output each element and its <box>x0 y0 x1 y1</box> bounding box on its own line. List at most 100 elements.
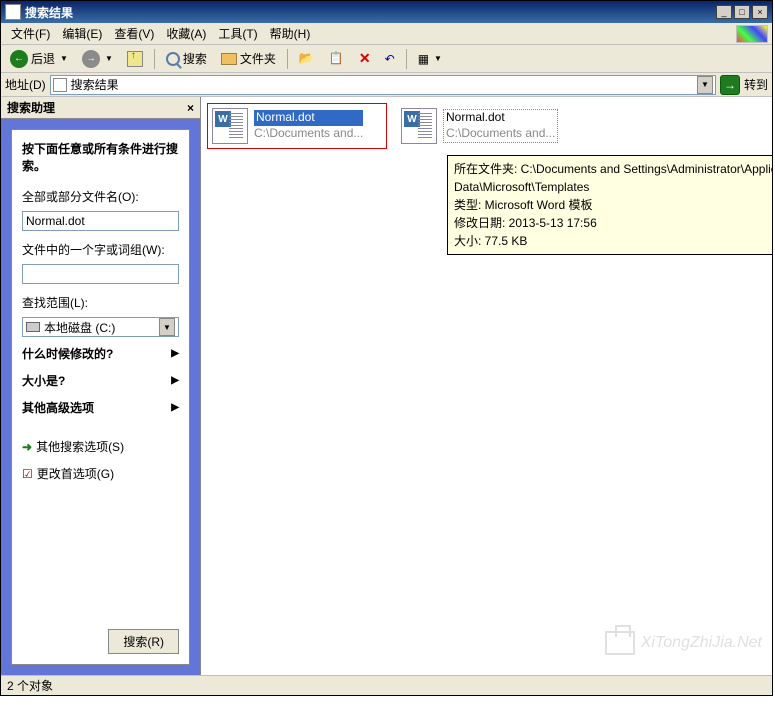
up-button[interactable] <box>122 48 148 70</box>
menu-favorites[interactable]: 收藏(A) <box>160 23 212 44</box>
search-sidebar: 搜索助理 × 按下面任意或所有条件进行搜索。 全部或部分文件名(O): 文件中的… <box>1 97 201 675</box>
chevron-right-icon: ▶ <box>171 348 179 359</box>
advanced-label: 其他高级选项 <box>22 399 94 416</box>
result-path: C:\Documents and... <box>446 126 555 142</box>
undo-button[interactable]: ↶ <box>380 48 400 70</box>
folders-label: 文件夹 <box>240 50 276 67</box>
arrow-icon: ➜ <box>22 440 32 454</box>
back-label: 后退 <box>31 50 55 67</box>
change-prefs-link[interactable]: ☑ 更改首选项(G) <box>22 463 179 484</box>
address-dropdown-icon[interactable]: ▼ <box>697 76 713 94</box>
address-input[interactable]: 搜索结果 ▼ <box>50 75 716 95</box>
sidebar-title: 搜索助理 <box>7 99 55 116</box>
filename-input[interactable] <box>22 211 179 231</box>
dropdown-icon: ▼ <box>105 54 113 63</box>
address-location-icon <box>53 78 67 92</box>
copyto-icon: 📋 <box>329 51 345 67</box>
results-pane[interactable]: Normal.dot C:\Documents and... Normal.do… <box>201 97 772 675</box>
checkbox-icon: ☑ <box>22 467 33 481</box>
panel-instructions: 按下面任意或所有条件进行搜索。 <box>22 140 179 174</box>
advanced-row[interactable]: 其他高级选项 ▶ <box>22 397 179 418</box>
result-filename: Normal.dot <box>446 110 555 126</box>
watermark-icon <box>605 631 635 655</box>
separator <box>406 49 407 69</box>
chevron-right-icon: ▶ <box>171 402 179 413</box>
word-document-icon <box>212 108 248 144</box>
content-label: 文件中的一个字或词组(W): <box>22 241 179 258</box>
search-submit-button[interactable]: 搜索(R) <box>108 629 179 654</box>
toolbar: ← 后退 ▼ → ▼ 搜索 文件夹 📂 📋 ✕ ↶ ▦ ▼ <box>1 45 772 73</box>
moveto-icon: 📂 <box>299 51 315 67</box>
other-search-link[interactable]: ➜ 其他搜索选项(S) <box>22 436 179 457</box>
dropdown-icon: ▼ <box>159 318 175 336</box>
menubar: 文件(F) 编辑(E) 查看(V) 收藏(A) 工具(T) 帮助(H) <box>1 23 772 45</box>
size-label: 大小是? <box>22 372 65 389</box>
result-item[interactable]: Normal.dot C:\Documents and... <box>397 103 577 149</box>
tooltip: 所在文件夹: C:\Documents and Settings\Adminis… <box>447 155 772 255</box>
menu-tools[interactable]: 工具(T) <box>212 23 263 44</box>
watermark: XiTongZhiJia.Net <box>605 631 762 655</box>
tooltip-date: 修改日期: 2013-5-13 17:56 <box>454 214 772 232</box>
status-text: 2 个对象 <box>7 677 53 694</box>
result-filename: Normal.dot <box>254 110 363 126</box>
folders-button[interactable]: 文件夹 <box>216 48 281 70</box>
forward-icon: → <box>82 50 100 68</box>
when-modified-row[interactable]: 什么时候修改的? ▶ <box>22 343 179 364</box>
forward-button[interactable]: → ▼ <box>77 48 118 70</box>
lookin-label: 查找范围(L): <box>22 294 179 311</box>
back-icon: ← <box>10 50 28 68</box>
views-icon: ▦ <box>418 52 429 66</box>
size-row[interactable]: 大小是? ▶ <box>22 370 179 391</box>
result-item[interactable]: Normal.dot C:\Documents and... <box>207 103 387 149</box>
addressbar: 地址(D) 搜索结果 ▼ → 转到 <box>1 73 772 97</box>
sidebar-close-icon[interactable]: × <box>187 101 194 115</box>
disk-icon <box>26 322 40 332</box>
windows-logo-icon <box>736 25 768 43</box>
copyto-button[interactable]: 📋 <box>324 48 350 70</box>
menu-view[interactable]: 查看(V) <box>108 23 160 44</box>
word-document-icon <box>401 108 437 144</box>
tooltip-size: 大小: 77.5 KB <box>454 232 772 250</box>
menu-help[interactable]: 帮助(H) <box>264 23 317 44</box>
search-label: 搜索 <box>183 50 207 67</box>
address-value: 搜索结果 <box>71 76 119 93</box>
go-label: 转到 <box>744 76 768 93</box>
delete-button[interactable]: ✕ <box>354 48 376 70</box>
back-button[interactable]: ← 后退 ▼ <box>5 48 73 70</box>
go-button[interactable]: → <box>720 75 740 95</box>
close-button[interactable]: × <box>752 5 768 19</box>
lookin-select[interactable]: 本地磁盘 (C:) ▼ <box>22 317 179 337</box>
filename-label: 全部或部分文件名(O): <box>22 188 179 205</box>
address-label: 地址(D) <box>5 76 46 93</box>
separator <box>154 49 155 69</box>
sidebar-header: 搜索助理 × <box>1 97 200 119</box>
dropdown-icon: ▼ <box>434 54 442 63</box>
search-panel: 按下面任意或所有条件进行搜索。 全部或部分文件名(O): 文件中的一个字或词组(… <box>11 129 190 665</box>
dropdown-icon: ▼ <box>60 54 68 63</box>
menu-file[interactable]: 文件(F) <box>5 23 56 44</box>
moveto-button[interactable]: 📂 <box>294 48 320 70</box>
tooltip-type: 类型: Microsoft Word 模板 <box>454 196 772 214</box>
change-prefs-label: 更改首选项(G) <box>37 465 114 482</box>
maximize-button[interactable]: □ <box>734 5 750 19</box>
minimize-button[interactable]: _ <box>716 5 732 19</box>
search-button[interactable]: 搜索 <box>161 48 212 70</box>
views-button[interactable]: ▦ ▼ <box>413 48 447 70</box>
other-search-label: 其他搜索选项(S) <box>36 438 124 455</box>
content-input[interactable] <box>22 264 179 284</box>
tooltip-folder: 所在文件夹: C:\Documents and Settings\Adminis… <box>454 160 772 196</box>
window-icon <box>5 4 21 20</box>
delete-icon: ✕ <box>359 50 371 67</box>
window-title: 搜索结果 <box>25 4 716 21</box>
undo-icon: ↶ <box>385 52 395 66</box>
lookin-value: 本地磁盘 (C:) <box>44 319 115 336</box>
statusbar: 2 个对象 <box>1 675 772 695</box>
folder-icon <box>221 53 237 65</box>
result-path: C:\Documents and... <box>254 126 363 142</box>
search-icon <box>166 52 180 66</box>
menu-edit[interactable]: 编辑(E) <box>56 23 108 44</box>
separator <box>287 49 288 69</box>
titlebar[interactable]: 搜索结果 _ □ × <box>1 1 772 23</box>
when-label: 什么时候修改的? <box>22 345 113 362</box>
watermark-text: XiTongZhiJia.Net <box>641 634 762 652</box>
